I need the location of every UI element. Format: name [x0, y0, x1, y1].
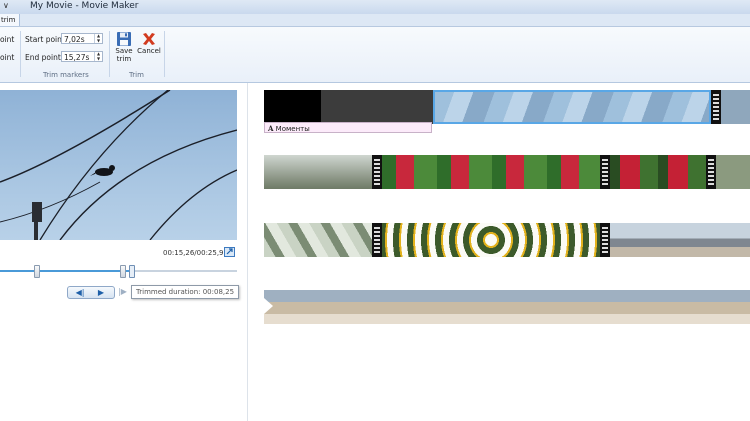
- start-trim-handle[interactable]: [34, 265, 40, 278]
- caption-clip[interactable]: A Моменты: [264, 122, 432, 133]
- video-clip-dark[interactable]: [321, 90, 433, 124]
- cancel-label: Cancel: [137, 47, 161, 55]
- window-title: My Movie - Movie Maker: [30, 1, 139, 11]
- end-point-label: End point:: [25, 53, 64, 62]
- tab-trim[interactable]: trim: [0, 14, 20, 26]
- text-caption-icon: A: [268, 124, 274, 133]
- preview-frame-image: [0, 90, 237, 240]
- video-clip[interactable]: [716, 155, 750, 189]
- seek-progress: [0, 270, 130, 272]
- group-separator: [164, 31, 165, 77]
- cancel-x-icon: [143, 33, 155, 45]
- start-point-value[interactable]: 7,02s: [64, 35, 85, 44]
- playback-controls: ◀| ▶: [67, 286, 115, 299]
- playhead-handle[interactable]: [129, 265, 135, 278]
- start-point-spinner[interactable]: 7,02s ▲ ▼: [61, 33, 103, 44]
- storyboard-row: [264, 155, 750, 189]
- expand-icon: [226, 248, 233, 255]
- group-separator: [20, 31, 21, 77]
- video-clip[interactable]: [721, 90, 750, 124]
- video-clip-daisies[interactable]: [382, 223, 600, 257]
- next-frame-icon[interactable]: |▶: [118, 287, 127, 296]
- film-transition: [372, 223, 382, 257]
- timecode-display: 00:15,26/00:25,95: [163, 249, 228, 257]
- transition-marker-icon: [264, 298, 273, 314]
- trim-group-caption: Trim: [129, 71, 144, 79]
- video-clip-red-flowers[interactable]: [610, 155, 706, 189]
- previous-frame-icon[interactable]: ◀|: [71, 287, 89, 298]
- save-trim-button[interactable]: Save trim: [111, 31, 137, 69]
- video-preview[interactable]: [0, 90, 237, 240]
- storyboard-row: [264, 90, 750, 124]
- end-point-spinner[interactable]: 15,27s ▲ ▼: [61, 51, 103, 62]
- spinner-arrows-icon[interactable]: ▲ ▼: [94, 51, 102, 61]
- set-end-point-label[interactable]: oint: [0, 53, 14, 62]
- end-point-value[interactable]: 15,27s: [64, 53, 89, 62]
- storyboard-row: [264, 223, 750, 257]
- film-transition: [600, 223, 610, 257]
- video-clip-clothespins[interactable]: [264, 155, 372, 189]
- trimmed-duration-tooltip: Trimmed duration: 00:08,25: [131, 285, 240, 299]
- set-start-point-label[interactable]: oint: [0, 35, 14, 44]
- spinner-arrows-icon[interactable]: ▲ ▼: [94, 33, 102, 43]
- ribbon: oint oint Start point: 7,02s ▲ ▼ End poin…: [0, 27, 750, 83]
- video-clip-coast[interactable]: [610, 223, 750, 257]
- end-trim-handle[interactable]: [120, 265, 126, 278]
- quick-access-menu-icon[interactable]: ∨: [3, 1, 9, 10]
- caption-text: Моменты: [275, 125, 310, 133]
- title-bar: ∨ My Movie - Movie Maker: [0, 0, 750, 15]
- film-transition: [711, 90, 721, 124]
- video-clip-red-flowers[interactable]: [382, 155, 600, 189]
- trim-markers-group-caption: Trim markers: [43, 71, 89, 79]
- video-clip-black[interactable]: [264, 90, 321, 124]
- group-separator: [109, 31, 110, 77]
- ribbon-tab-row: trim: [0, 14, 750, 27]
- film-transition: [600, 155, 610, 189]
- fullscreen-preview-button[interactable]: [224, 247, 235, 257]
- save-disk-icon: [117, 32, 131, 46]
- save-trim-label: Save trim: [115, 47, 133, 63]
- video-clip-selected[interactable]: [433, 90, 711, 124]
- video-clip-coast[interactable]: [264, 290, 750, 324]
- video-clip-clothespins[interactable]: [264, 223, 372, 257]
- storyboard-row: [264, 290, 750, 324]
- film-transition: [706, 155, 716, 189]
- pane-divider[interactable]: [247, 83, 248, 421]
- cancel-button[interactable]: Cancel: [136, 31, 162, 69]
- play-icon[interactable]: ▶: [92, 287, 110, 298]
- film-transition: [372, 155, 382, 189]
